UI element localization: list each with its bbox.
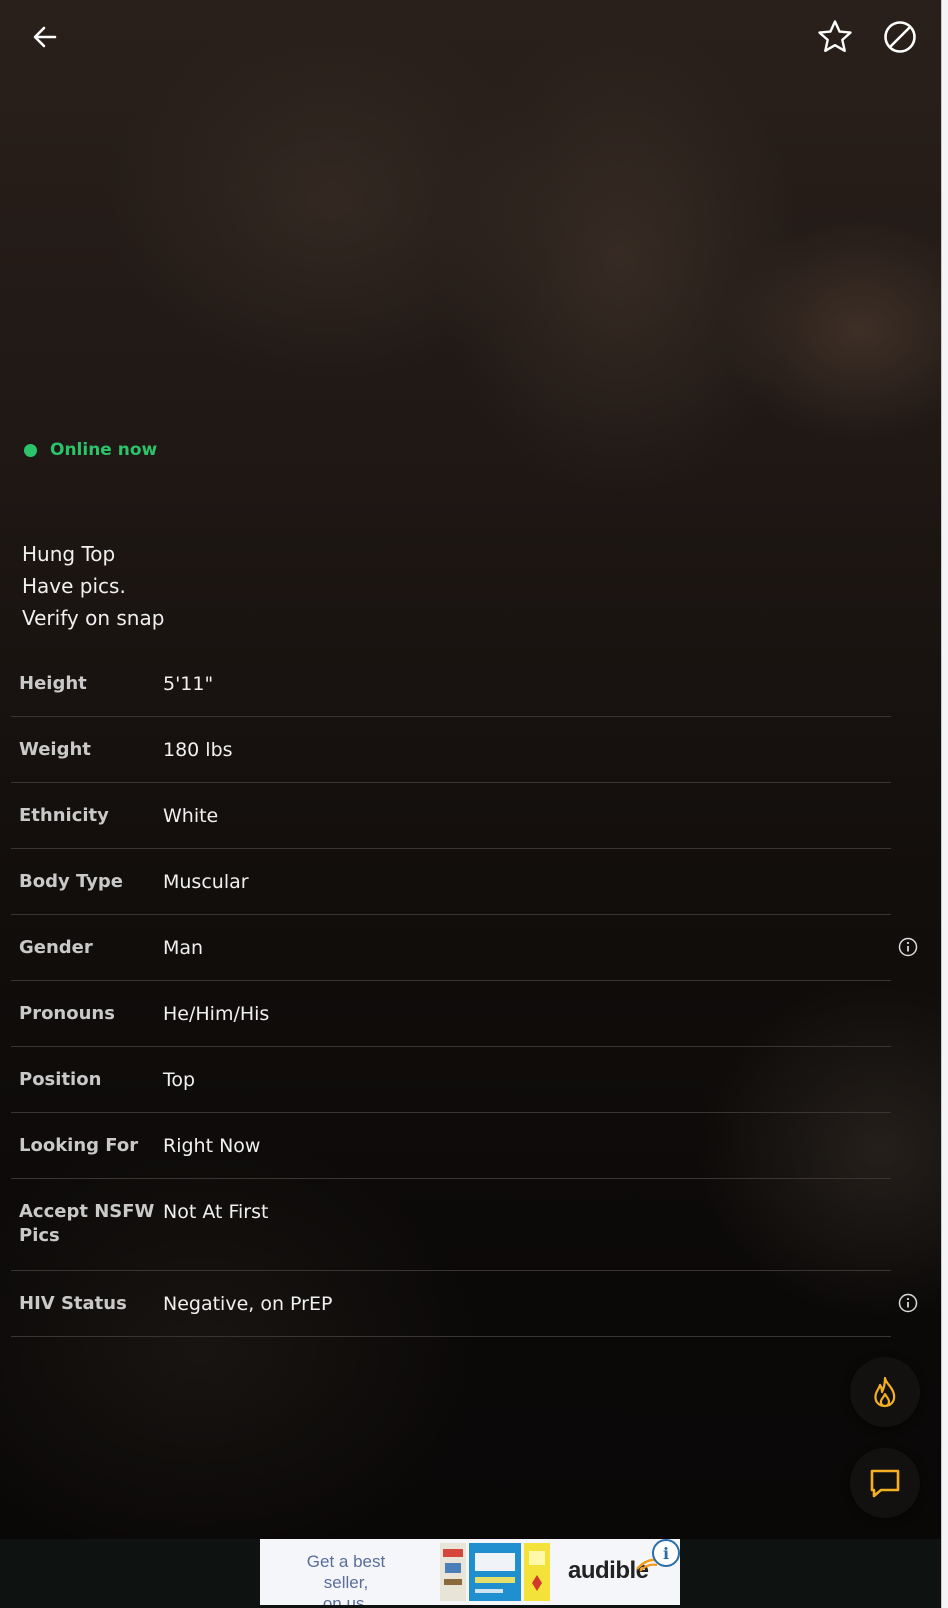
block-button[interactable] (876, 13, 924, 61)
detail-row-hiv-status: HIV Status Negative, on PrEP (11, 1271, 918, 1337)
detail-label: Ethnicity (19, 805, 109, 826)
detail-label: Position (19, 1069, 102, 1090)
info-icon[interactable] (898, 1293, 918, 1313)
online-status: Online now (24, 440, 157, 460)
tap-button[interactable] (850, 1357, 920, 1427)
arrow-left-icon (33, 26, 57, 48)
detail-value: Top (163, 1069, 196, 1091)
detail-value: Right Now (163, 1135, 261, 1157)
profile-screen: Online now Hung Top Have pics. Verify on… (0, 0, 942, 1608)
detail-value: Man (163, 937, 204, 959)
ad-tagline-line1: Get a best seller, (306, 1552, 386, 1592)
ad-tagline-line2: on us. (322, 1594, 370, 1605)
book-cover-image (440, 1543, 466, 1601)
detail-label: Body Type (19, 871, 123, 892)
info-icon[interactable] (898, 937, 918, 957)
detail-row-body-type: Body Type Muscular (11, 849, 891, 915)
book-cover-image (524, 1543, 550, 1601)
favorite-button[interactable] (811, 13, 859, 61)
right-edge-strip (941, 0, 948, 1608)
ad-tagline: Get a best seller, on us. (286, 1551, 406, 1605)
detail-row-accept-nsfw: Accept NSFW Pics Not At First (11, 1179, 891, 1271)
chat-button[interactable] (850, 1448, 920, 1518)
detail-label: Looking For (19, 1135, 139, 1156)
detail-value: Muscular (163, 871, 249, 893)
detail-row-looking-for: Looking For Right Now (11, 1113, 891, 1179)
ad-book-covers (440, 1543, 550, 1601)
detail-row-ethnicity: Ethnicity White (11, 783, 891, 849)
block-icon (884, 21, 916, 53)
ad-banner[interactable]: Get a best seller, on us. audible i (260, 1539, 680, 1605)
detail-row-pronouns: Pronouns He/Him/His (11, 981, 891, 1047)
about-text: Hung Top Have pics. Verify on snap (22, 542, 165, 630)
detail-row-weight: Weight 180 lbs (11, 717, 891, 783)
star-icon (818, 20, 852, 52)
book-cover-image (469, 1543, 521, 1601)
detail-label: HIV Status (19, 1293, 127, 1314)
ad-info-icon[interactable]: i (652, 1539, 680, 1567)
chat-icon (870, 1469, 900, 1498)
detail-label: Pronouns (19, 1003, 115, 1024)
detail-value: White (163, 805, 219, 827)
detail-value: Negative, on PrEP (163, 1293, 333, 1315)
back-button[interactable] (21, 13, 69, 61)
online-status-label: Online now (50, 440, 158, 460)
online-dot (24, 443, 37, 457)
detail-label: Accept NSFW Pics (19, 1201, 155, 1246)
detail-value: Not At First (163, 1201, 269, 1223)
flame-icon (874, 1376, 896, 1408)
detail-value: 180 lbs (163, 739, 233, 761)
detail-label: Gender (19, 937, 93, 958)
detail-value: He/Him/His (163, 1003, 270, 1025)
detail-row-height: Height 5'11" (11, 651, 891, 717)
detail-row-gender: Gender Man (11, 915, 918, 981)
profile-details: Height 5'11" Weight 180 lbs Ethnicity Wh… (11, 651, 918, 1337)
detail-label: Weight (19, 739, 91, 760)
detail-row-position: Position Top (11, 1047, 891, 1113)
detail-label: Height (19, 673, 87, 694)
detail-value: 5'11" (163, 673, 214, 695)
